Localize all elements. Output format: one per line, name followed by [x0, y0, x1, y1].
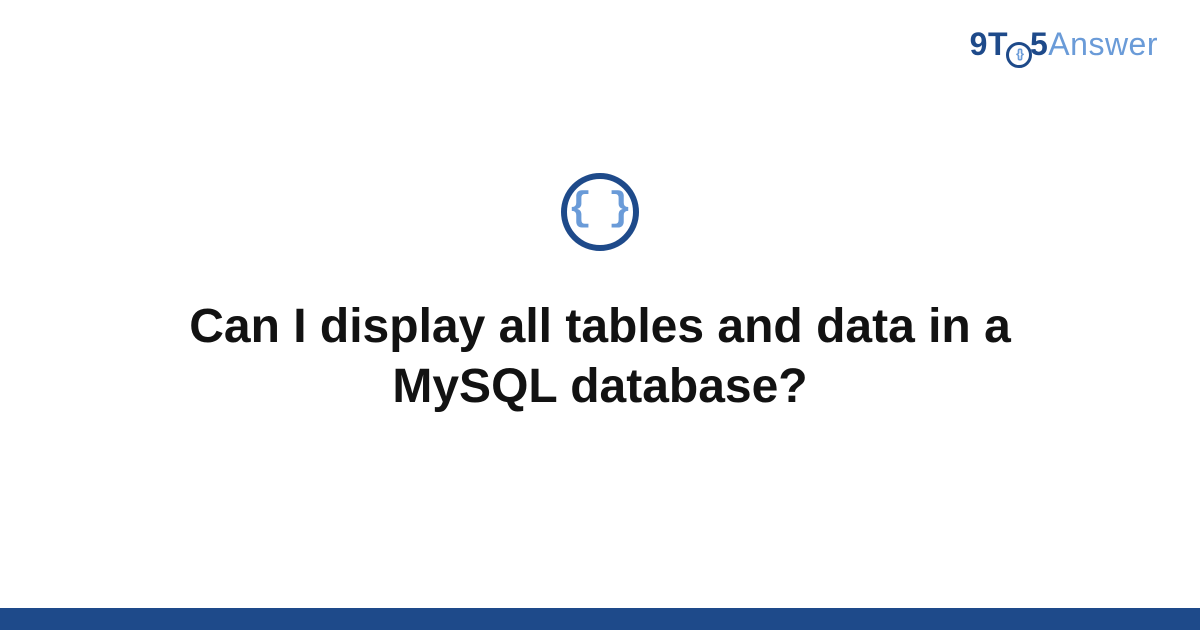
question-title: Can I display all tables and data in a M…	[110, 297, 1090, 417]
code-braces-circle-icon: { }	[561, 173, 639, 251]
main-content: { } Can I display all tables and data in…	[0, 0, 1200, 630]
footer-bar	[0, 608, 1200, 630]
code-braces-icon: { }	[568, 190, 628, 230]
